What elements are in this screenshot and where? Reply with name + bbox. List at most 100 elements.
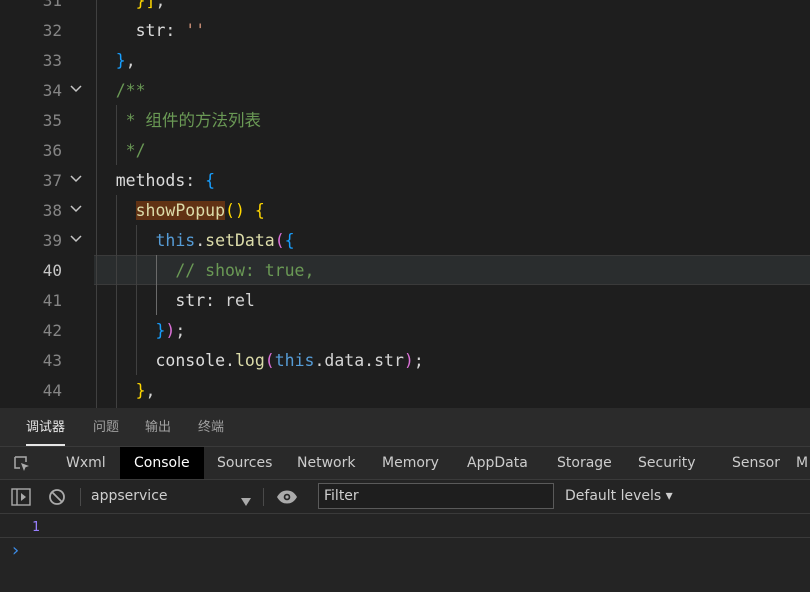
code-editor[interactable]: 31 }], 32 str: '' 33 }, 34 /** 35 * 组件的方法列表 3… — [0, 0, 810, 408]
line-number: 39 — [42, 231, 62, 250]
code-line[interactable]: 31 }], — [0, 0, 810, 16]
console-prompt-icon: › — [10, 540, 21, 561]
code-token: this — [155, 231, 196, 250]
tab-debugger[interactable]: 调试器 — [26, 408, 66, 446]
context-selector-label[interactable]: appservice — [91, 480, 168, 513]
code-token: : — [205, 291, 226, 310]
code-line[interactable]: 33 }, — [0, 46, 810, 76]
panel-tab-bar: 调试器 问题 输出 终端 — [0, 408, 810, 446]
code-token: str — [374, 351, 404, 370]
code-line[interactable]: 40 // show: true, — [0, 256, 810, 286]
code-token: ) — [165, 321, 176, 340]
line-number: 42 — [42, 321, 62, 340]
tab-output[interactable]: 输出 — [145, 408, 171, 446]
code-token: str — [76, 21, 166, 40]
tab-problems[interactable]: 问题 — [93, 408, 119, 446]
line-number: 32 — [42, 21, 62, 40]
code-token: : — [165, 21, 186, 40]
code-line[interactable]: 32 str: '' — [0, 16, 810, 46]
tab-more[interactable]: M — [792, 447, 810, 479]
line-number: 38 — [42, 201, 62, 220]
code-token: { — [205, 171, 216, 190]
line-number: 43 — [42, 351, 62, 370]
tab-sources[interactable]: Sources — [203, 447, 286, 479]
tab-console[interactable]: Console — [120, 447, 204, 479]
code-text: // show: true, — [76, 256, 314, 286]
eye-icon[interactable] — [276, 489, 298, 509]
code-token: } — [115, 51, 126, 70]
code-token: ; — [175, 321, 186, 340]
code-token: methods — [76, 171, 186, 190]
line-number: 33 — [42, 51, 62, 70]
code-line[interactable]: 38 showPopup() { — [0, 196, 810, 226]
code-token: . — [195, 231, 206, 250]
code-text: methods: { — [76, 166, 215, 196]
line-number: 36 — [42, 141, 62, 160]
code-line[interactable]: 37 methods: { — [0, 166, 810, 196]
code-text: showPopup() { — [76, 196, 265, 226]
line-number: 31 — [42, 0, 62, 10]
code-token: } — [155, 321, 166, 340]
clear-console-icon[interactable] — [48, 488, 66, 510]
console-input-row[interactable]: › — [0, 538, 810, 592]
code-token: log — [234, 351, 265, 370]
code-line[interactable]: 44 }, — [0, 376, 810, 406]
tab-appdata[interactable]: AppData — [453, 447, 542, 479]
code-text: str: '' — [76, 16, 206, 46]
code-token: /** — [76, 81, 146, 100]
line-number: 37 — [42, 171, 62, 190]
code-token: '' — [185, 21, 206, 40]
code-token: . — [364, 351, 375, 370]
code-text: }, — [76, 46, 136, 76]
code-token: rel — [225, 291, 255, 310]
code-line[interactable]: 35 * 组件的方法列表 — [0, 106, 810, 136]
code-token: }] — [135, 0, 156, 10]
tab-network[interactable]: Network — [283, 447, 369, 479]
code-text: */ — [76, 136, 146, 166]
context-dropdown-icon[interactable] — [241, 491, 251, 510]
tab-terminal[interactable]: 终端 — [198, 408, 224, 446]
code-token: } — [135, 381, 146, 400]
code-line[interactable]: 39 this.setData({ — [0, 226, 810, 256]
line-number: 35 — [42, 111, 62, 130]
code-line[interactable]: 43 console.log(this.data.str); — [0, 346, 810, 376]
code-line[interactable]: 42 }); — [0, 316, 810, 346]
code-text: }, — [76, 376, 156, 406]
code-token: ; — [413, 351, 424, 370]
show-sidebar-icon[interactable] — [11, 488, 31, 510]
tab-security[interactable]: Security — [624, 447, 710, 479]
code-token: . — [225, 351, 235, 370]
console-output: 1 › — [0, 514, 810, 592]
code-line[interactable]: 41 str: rel — [0, 286, 810, 316]
code-token: { — [254, 201, 265, 220]
code-token: console — [76, 351, 226, 370]
code-token: . — [314, 351, 325, 370]
console-message-row: 1 — [0, 514, 810, 538]
code-text: }], — [76, 0, 166, 16]
code-token: setData — [205, 231, 275, 250]
code-token: showPopup — [135, 201, 226, 220]
code-token: { — [284, 231, 295, 250]
code-token: */ — [76, 141, 146, 160]
tab-sensor[interactable]: Sensor — [718, 447, 794, 479]
filter-input[interactable]: Filter — [318, 483, 554, 509]
code-text: * 组件的方法列表 — [76, 106, 261, 136]
code-token: () — [225, 201, 255, 220]
code-token: ) — [403, 351, 414, 370]
code-line[interactable]: 36 */ — [0, 136, 810, 166]
tab-memory[interactable]: Memory — [368, 447, 453, 479]
code-token: , — [145, 381, 156, 400]
tab-storage[interactable]: Storage — [543, 447, 626, 479]
line-number: 34 — [42, 81, 62, 100]
log-levels-dropdown[interactable]: Default levels ▾ — [565, 480, 673, 513]
code-text: console.log(this.data.str); — [76, 346, 424, 376]
code-token: , — [125, 51, 136, 70]
inspect-element-icon[interactable] — [13, 455, 31, 477]
code-token: // show: true, — [76, 261, 315, 280]
code-line[interactable]: 34 /** — [0, 76, 810, 106]
code-token: : — [185, 171, 206, 190]
tab-wxml[interactable]: Wxml — [52, 447, 120, 479]
